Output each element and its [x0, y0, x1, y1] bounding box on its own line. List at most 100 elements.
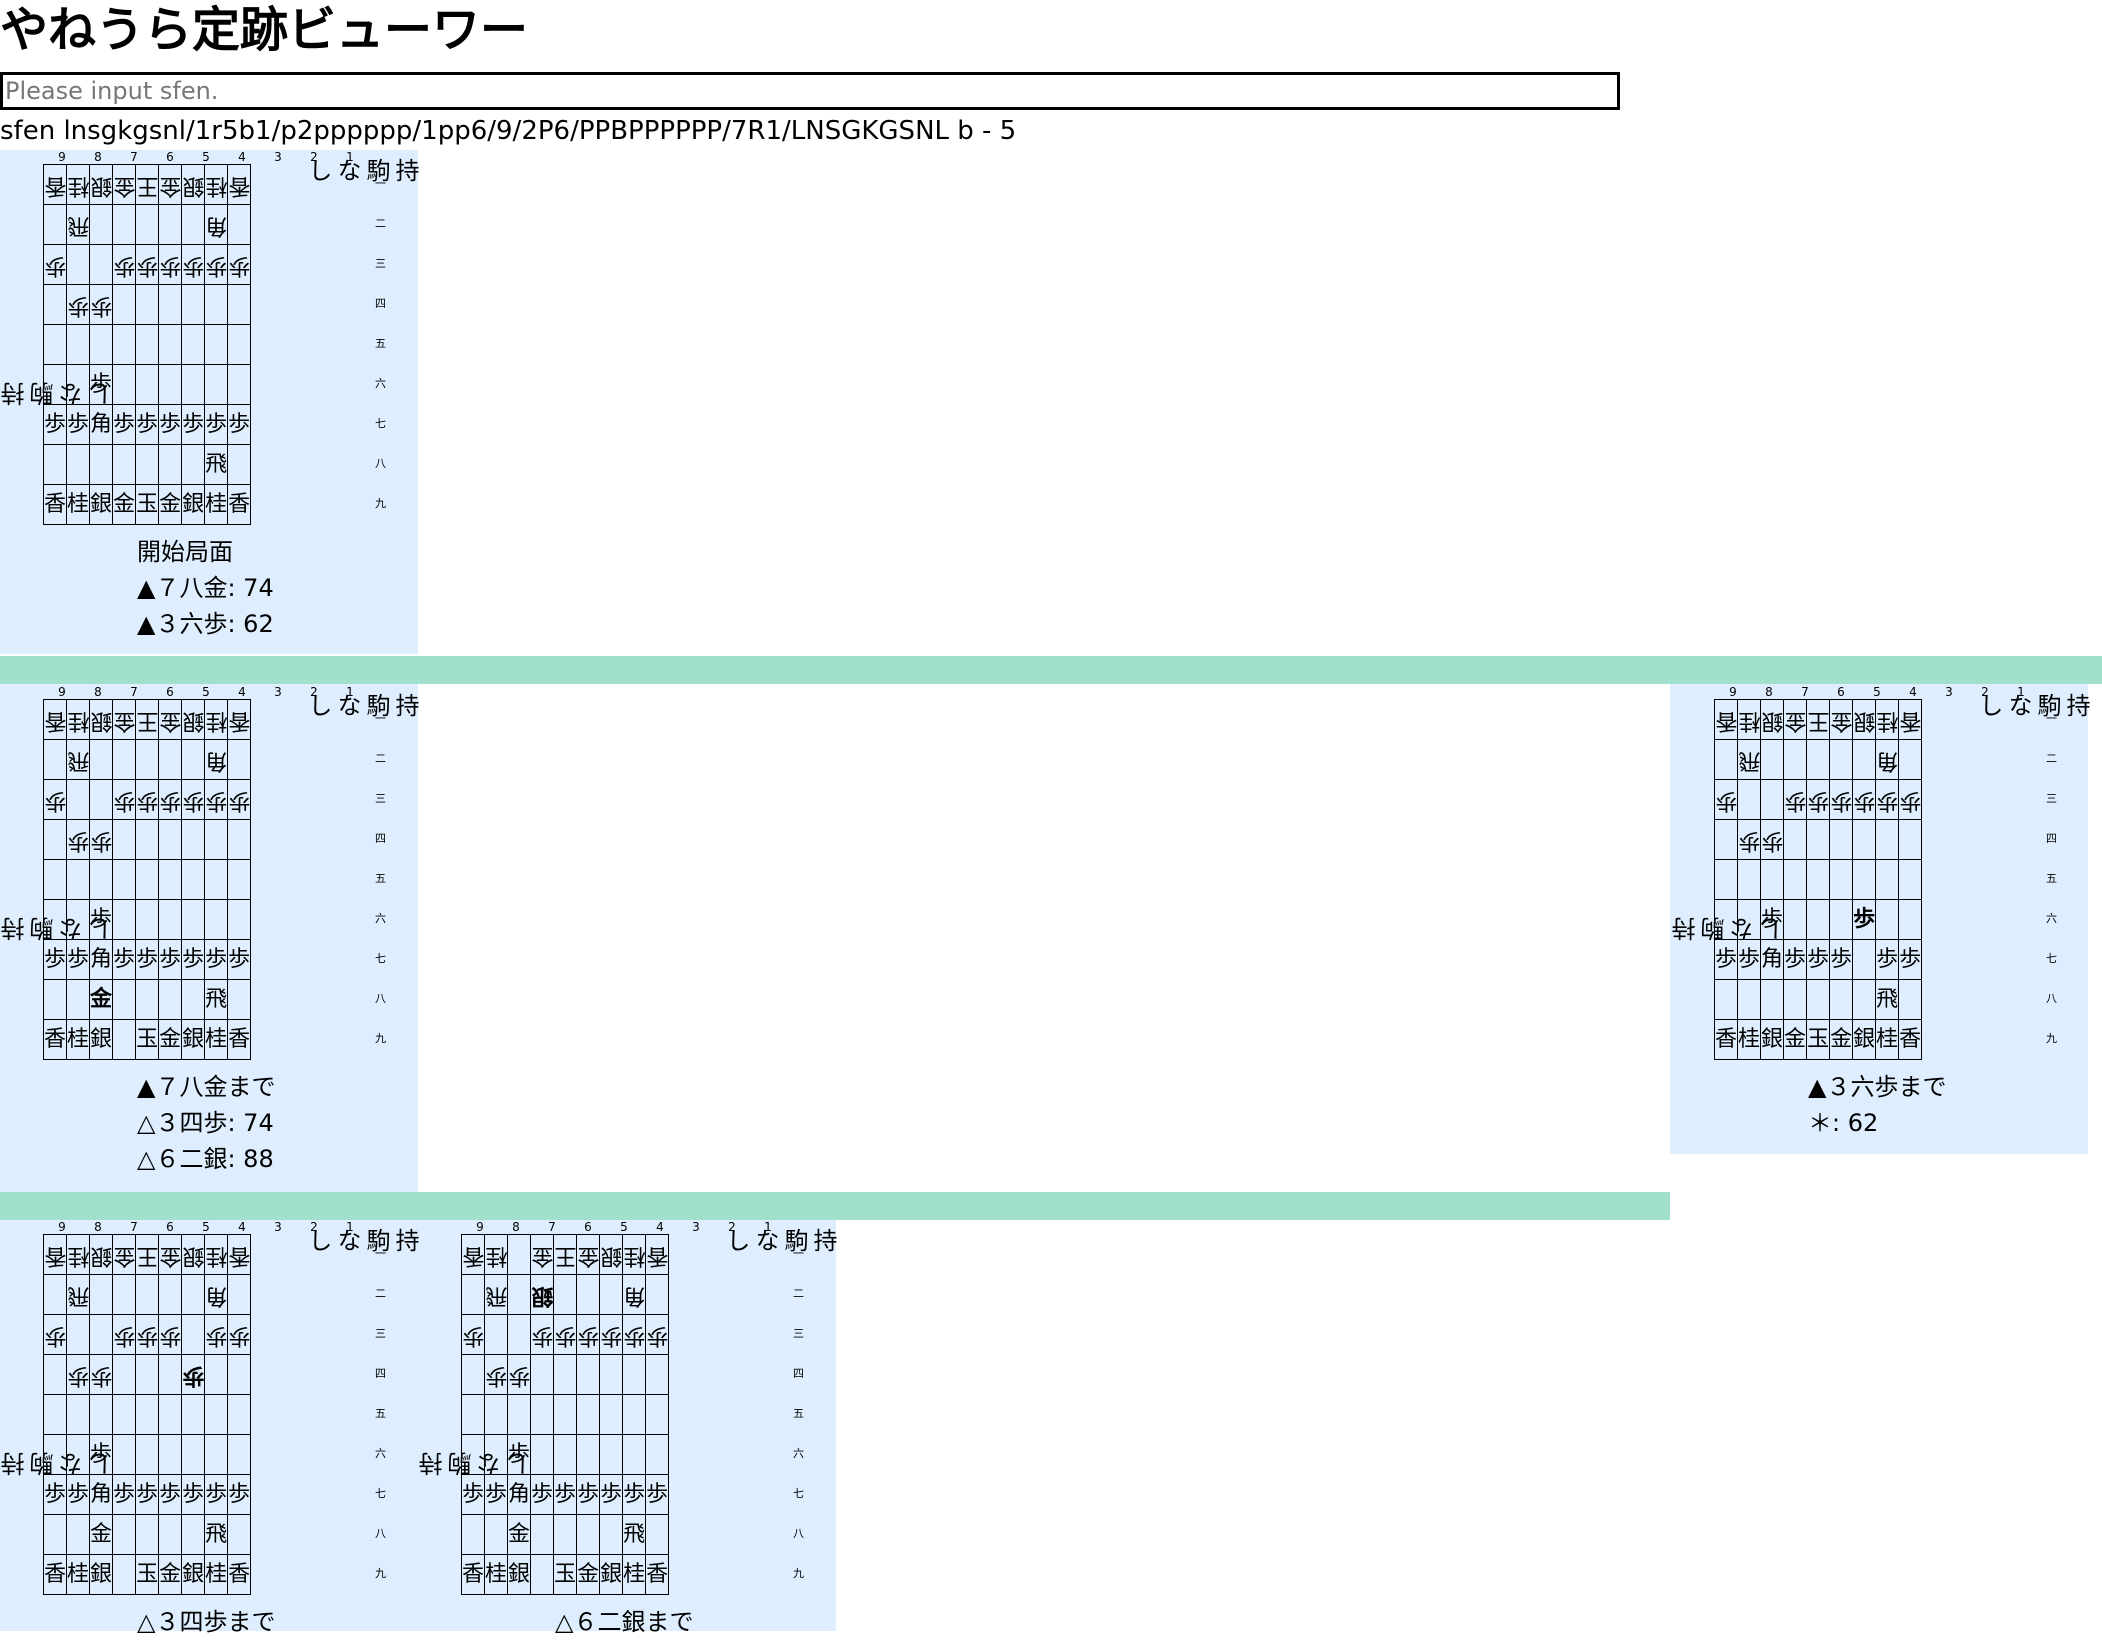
shogi-piece[interactable]: 歩	[530, 1474, 555, 1515]
empty-square[interactable]	[158, 1514, 183, 1555]
empty-square[interactable]	[89, 444, 114, 485]
empty-square[interactable]	[112, 1274, 137, 1315]
shogi-piece[interactable]: 角	[89, 1474, 114, 1515]
shogi-piece[interactable]: 桂	[66, 1234, 90, 1275]
shogi-piece[interactable]: 銀	[89, 1234, 113, 1275]
empty-square[interactable]	[1829, 819, 1854, 860]
empty-square[interactable]	[227, 1274, 252, 1315]
empty-square[interactable]	[622, 1394, 647, 1435]
shogi-piece[interactable]: 香	[43, 164, 67, 205]
shogi-piece[interactable]: 桂	[622, 1234, 646, 1275]
empty-square[interactable]	[227, 859, 252, 900]
shogi-piece[interactable]: 歩	[181, 1354, 205, 1395]
shogi-piece[interactable]: 歩	[1737, 819, 1761, 860]
shogi-piece[interactable]: 金	[1829, 699, 1853, 740]
shogi-piece[interactable]: 歩	[227, 939, 252, 980]
empty-square[interactable]	[135, 1434, 160, 1475]
empty-square[interactable]	[227, 1514, 252, 1555]
shogi-piece[interactable]: 角	[622, 1274, 646, 1315]
empty-square[interactable]	[89, 244, 114, 285]
shogi-piece[interactable]: 歩	[1806, 779, 1830, 820]
shogi-piece[interactable]: 飛	[484, 1274, 508, 1315]
empty-square[interactable]	[1829, 899, 1854, 940]
shogi-piece[interactable]: 歩	[227, 404, 252, 445]
empty-square[interactable]	[135, 444, 160, 485]
empty-square[interactable]	[158, 1274, 183, 1315]
shogi-piece[interactable]: 歩	[530, 1314, 554, 1355]
shogi-piece[interactable]: 銀	[530, 1274, 554, 1315]
empty-square[interactable]	[1875, 859, 1900, 900]
empty-square[interactable]	[181, 739, 206, 780]
empty-square[interactable]	[112, 204, 137, 245]
shogi-piece[interactable]: 玉	[135, 1554, 160, 1595]
shogi-piece[interactable]: 金	[112, 164, 136, 205]
empty-square[interactable]	[135, 739, 160, 780]
empty-square[interactable]	[1898, 859, 1923, 900]
shogi-piece[interactable]: 歩	[1852, 899, 1877, 940]
candidate-move[interactable]: △３四歩: 74	[137, 1105, 275, 1141]
empty-square[interactable]	[599, 1394, 624, 1435]
shogi-piece[interactable]: 桂	[66, 699, 90, 740]
empty-square[interactable]	[530, 1394, 555, 1435]
empty-square[interactable]	[1713, 859, 1739, 900]
shogi-piece[interactable]: 香	[1713, 1019, 1739, 1060]
shogi-piece[interactable]: 桂	[484, 1234, 508, 1275]
empty-square[interactable]	[135, 1354, 160, 1395]
shogi-piece[interactable]: 歩	[1737, 939, 1762, 980]
shogi-piece[interactable]: 王	[553, 1234, 577, 1275]
candidate-move[interactable]: ＊: 62	[1808, 1105, 1946, 1141]
empty-square[interactable]	[112, 1354, 137, 1395]
shogi-piece[interactable]: 王	[135, 699, 159, 740]
empty-square[interactable]	[158, 1434, 183, 1475]
empty-square[interactable]	[181, 1274, 206, 1315]
shogi-piece[interactable]: 王	[1806, 699, 1830, 740]
empty-square[interactable]	[112, 1514, 137, 1555]
shogi-piece[interactable]: 歩	[1713, 939, 1739, 980]
shogi-piece[interactable]: 歩	[42, 404, 68, 445]
empty-square[interactable]	[530, 1354, 555, 1395]
shogi-piece[interactable]: 歩	[112, 779, 136, 820]
shogi-piece[interactable]: 歩	[1875, 939, 1900, 980]
empty-square[interactable]	[89, 204, 114, 245]
shogi-piece[interactable]: 歩	[227, 1474, 252, 1515]
shogi-piece[interactable]: 歩	[227, 1314, 251, 1355]
shogi-piece[interactable]: 桂	[204, 699, 228, 740]
empty-square[interactable]	[227, 1434, 252, 1475]
empty-square[interactable]	[112, 819, 137, 860]
shogi-piece[interactable]: 銀	[1760, 699, 1784, 740]
empty-square[interactable]	[204, 899, 229, 940]
empty-square[interactable]	[1829, 979, 1854, 1020]
empty-square[interactable]	[576, 1394, 601, 1435]
shogi-piece[interactable]: 桂	[204, 1234, 228, 1275]
shogi-piece[interactable]: 歩	[204, 1474, 229, 1515]
empty-square[interactable]	[42, 1274, 68, 1315]
shogi-piece[interactable]: 歩	[1760, 819, 1784, 860]
candidate-move[interactable]: ▲３六歩: 62	[137, 606, 274, 642]
shogi-piece[interactable]: 歩	[204, 939, 229, 980]
empty-square[interactable]	[460, 1394, 486, 1435]
shogi-piece[interactable]: 歩	[43, 1314, 67, 1355]
empty-square[interactable]	[135, 859, 160, 900]
empty-square[interactable]	[576, 1274, 601, 1315]
shogi-piece[interactable]: 歩	[576, 1474, 601, 1515]
empty-square[interactable]	[181, 859, 206, 900]
empty-square[interactable]	[576, 1434, 601, 1475]
empty-square[interactable]	[227, 819, 252, 860]
empty-square[interactable]	[1760, 739, 1785, 780]
empty-square[interactable]	[227, 284, 252, 325]
empty-square[interactable]	[1783, 859, 1808, 900]
shogi-piece[interactable]: 香	[42, 484, 68, 525]
empty-square[interactable]	[599, 1274, 624, 1315]
empty-square[interactable]	[227, 444, 252, 485]
shogi-piece[interactable]: 玉	[1806, 1019, 1831, 1060]
empty-square[interactable]	[1713, 739, 1739, 780]
empty-square[interactable]	[1898, 739, 1923, 780]
shogi-piece[interactable]: 歩	[1898, 779, 1922, 820]
empty-square[interactable]	[507, 1234, 532, 1275]
shogi-piece[interactable]: 角	[204, 739, 228, 780]
empty-square[interactable]	[158, 859, 183, 900]
shogi-piece[interactable]: 歩	[576, 1314, 600, 1355]
empty-square[interactable]	[181, 324, 206, 365]
empty-square[interactable]	[181, 284, 206, 325]
empty-square[interactable]	[576, 1354, 601, 1395]
